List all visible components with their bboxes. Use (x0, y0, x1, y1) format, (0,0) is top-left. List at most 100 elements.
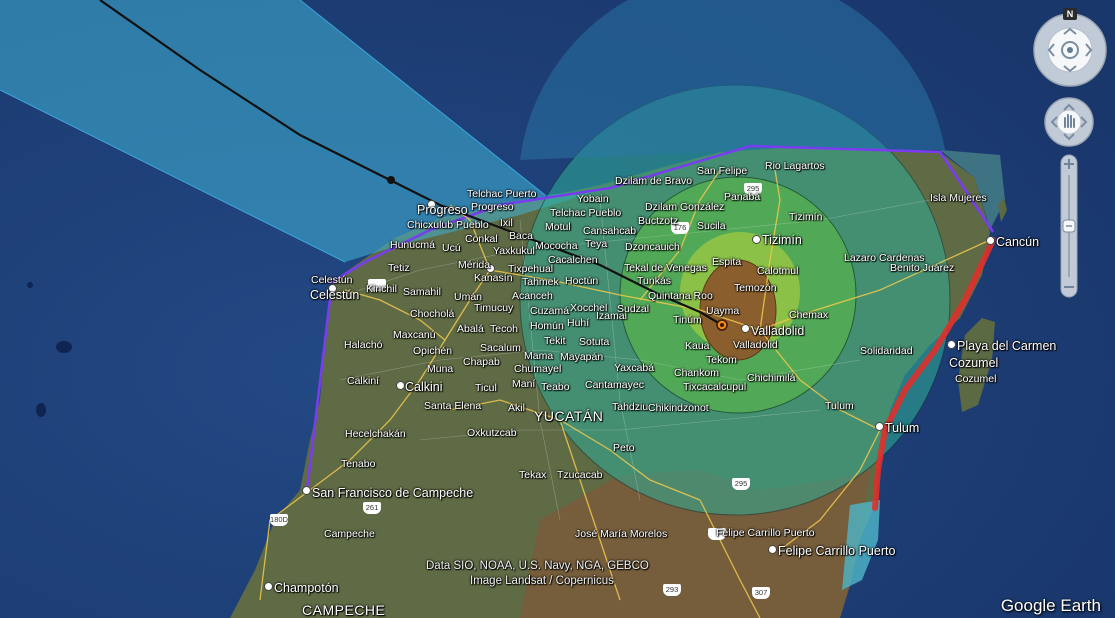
place-label[interactable]: Mama (524, 350, 553, 362)
place-label[interactable]: Chemax (789, 309, 828, 321)
place-label[interactable]: Felipe Carrillo Puerto (716, 527, 815, 539)
city-dot[interactable] (302, 486, 311, 495)
place-label[interactable]: Conkal (465, 233, 498, 245)
pan-control[interactable] (1044, 97, 1094, 147)
place-label[interactable]: Tenabo (341, 458, 375, 470)
place-label[interactable]: Muna (427, 363, 453, 375)
place-label[interactable]: San Felipe (697, 165, 747, 177)
place-label[interactable]: Buctzotz (638, 215, 678, 227)
place-label[interactable]: Hunucmá (390, 239, 435, 251)
place-label[interactable]: Tizimín (789, 211, 822, 223)
city-dot[interactable] (396, 381, 405, 390)
place-label[interactable]: Chapab (463, 356, 500, 368)
city-dot[interactable] (947, 340, 956, 349)
place-label[interactable]: Teya (585, 238, 607, 250)
place-label[interactable]: Progreso (471, 201, 514, 213)
place-label[interactable]: Acanceh (512, 290, 553, 302)
place-label[interactable]: Sudzal (617, 303, 649, 315)
place-label[interactable]: Valladolid (751, 325, 804, 338)
place-label[interactable]: Cansahcab (583, 225, 636, 237)
place-label[interactable]: Chumayel (514, 363, 561, 375)
place-label[interactable]: Motul (545, 221, 571, 233)
place-label[interactable]: Mayapán (560, 351, 603, 363)
place-label[interactable]: Teabo (541, 381, 570, 393)
place-label[interactable]: Celestún (311, 274, 352, 286)
place-label[interactable]: Mococha (535, 240, 578, 252)
city-dot[interactable] (264, 582, 273, 591)
place-label[interactable]: Yaxkukul (493, 245, 535, 257)
place-label[interactable]: Sucila (697, 220, 726, 232)
place-label[interactable]: Tzucacab (557, 469, 603, 481)
place-label[interactable]: Celestún (310, 289, 359, 302)
place-label[interactable]: Tizimín (762, 234, 802, 247)
place-label[interactable]: Tixcacalcupul (683, 381, 746, 393)
place-label[interactable]: Opichén (413, 345, 452, 357)
place-label[interactable]: Yobain (577, 193, 609, 205)
place-label[interactable]: Kinchil (366, 283, 397, 295)
zoom-slider[interactable] (1059, 153, 1079, 299)
place-label[interactable]: Chikindzonot (648, 402, 709, 414)
north-indicator[interactable]: N (1063, 8, 1077, 20)
city-dot[interactable] (768, 545, 777, 554)
place-label[interactable]: Santa Elena (424, 400, 481, 412)
place-label[interactable]: Champotón (274, 582, 339, 595)
place-label[interactable]: Tahmek (522, 276, 559, 288)
place-label[interactable]: Abalá (457, 323, 484, 335)
place-label[interactable]: Dzoncauich (625, 241, 680, 253)
place-label[interactable]: Cuzamá (530, 305, 569, 317)
place-label[interactable]: Tecoh (490, 323, 518, 335)
place-label[interactable]: Cozumel (949, 357, 998, 370)
zoom-out-icon[interactable] (1062, 279, 1076, 295)
place-label[interactable]: Chankom (674, 367, 719, 379)
place-label[interactable]: Espita (712, 256, 741, 268)
place-label[interactable]: Tekom (706, 354, 737, 366)
place-label[interactable]: Tulum (885, 422, 919, 435)
place-label[interactable]: Sacalum (480, 342, 521, 354)
place-label[interactable]: Oxkutzcab (467, 427, 517, 439)
place-label[interactable]: Temozón (734, 282, 777, 294)
place-label[interactable]: Kanasín (474, 272, 513, 284)
place-label[interactable]: Akil (508, 402, 525, 414)
place-label[interactable]: Cacalchen (548, 254, 598, 266)
place-label[interactable]: Tunkás (637, 275, 671, 287)
place-label[interactable]: Calotmul (757, 265, 798, 277)
place-label[interactable]: Quintana Roo (648, 290, 713, 302)
place-label[interactable]: Sotuta (579, 336, 609, 348)
place-label[interactable]: Chichimilá (747, 372, 795, 384)
place-label[interactable]: Cantamayec (585, 379, 644, 391)
place-label[interactable]: José María Morelos (575, 528, 667, 540)
place-label[interactable]: Peto (613, 442, 635, 454)
place-label[interactable]: Telchac Pueblo (550, 207, 621, 219)
place-label[interactable]: Tixpehual (508, 263, 553, 275)
place-label[interactable]: Kaua (685, 340, 710, 352)
place-label[interactable]: Cozumel (955, 373, 996, 385)
place-label[interactable]: Isla Mujeres (930, 192, 987, 204)
place-label[interactable]: Maní (512, 378, 535, 390)
place-label[interactable]: San Francisco de Campeche (312, 487, 473, 500)
place-label[interactable]: Ucú (442, 242, 461, 254)
place-label[interactable]: Mérida (458, 259, 490, 271)
place-label[interactable]: Tekit (544, 335, 566, 347)
place-label[interactable]: Solidaridad (860, 345, 913, 357)
place-label[interactable]: Chicxulub Pueblo (407, 219, 489, 231)
place-label[interactable]: Timucuy (474, 302, 513, 314)
place-label[interactable]: Tekal de Venegas (624, 262, 707, 274)
place-label[interactable]: Progreso (417, 204, 468, 217)
place-label[interactable]: Halachó (344, 339, 383, 351)
place-label[interactable]: Homún (530, 320, 564, 332)
place-label[interactable]: Ixil (500, 217, 513, 229)
place-label[interactable]: Tinúm (673, 314, 702, 326)
place-label[interactable]: Cancún (996, 236, 1039, 249)
place-label[interactable]: Calkiní (347, 375, 379, 387)
place-label[interactable]: Telchac Puerto (467, 188, 536, 200)
place-label[interactable]: Calkini (405, 381, 443, 394)
place-label[interactable]: Tahdziu (612, 401, 648, 413)
map-view[interactable]: 295 176 295 180D 261 293 307 Telchac Pue… (0, 0, 1115, 618)
place-label[interactable]: Huhí (567, 317, 589, 329)
place-label[interactable]: Playa del Carmen (957, 340, 1056, 353)
place-label[interactable]: Dzilam González (645, 201, 724, 213)
place-label[interactable]: Dzilam de Bravo (615, 175, 692, 187)
place-label[interactable]: Chocholá (410, 308, 454, 320)
place-label[interactable]: Uayma (706, 305, 739, 317)
compass-control[interactable]: N (1031, 8, 1109, 88)
